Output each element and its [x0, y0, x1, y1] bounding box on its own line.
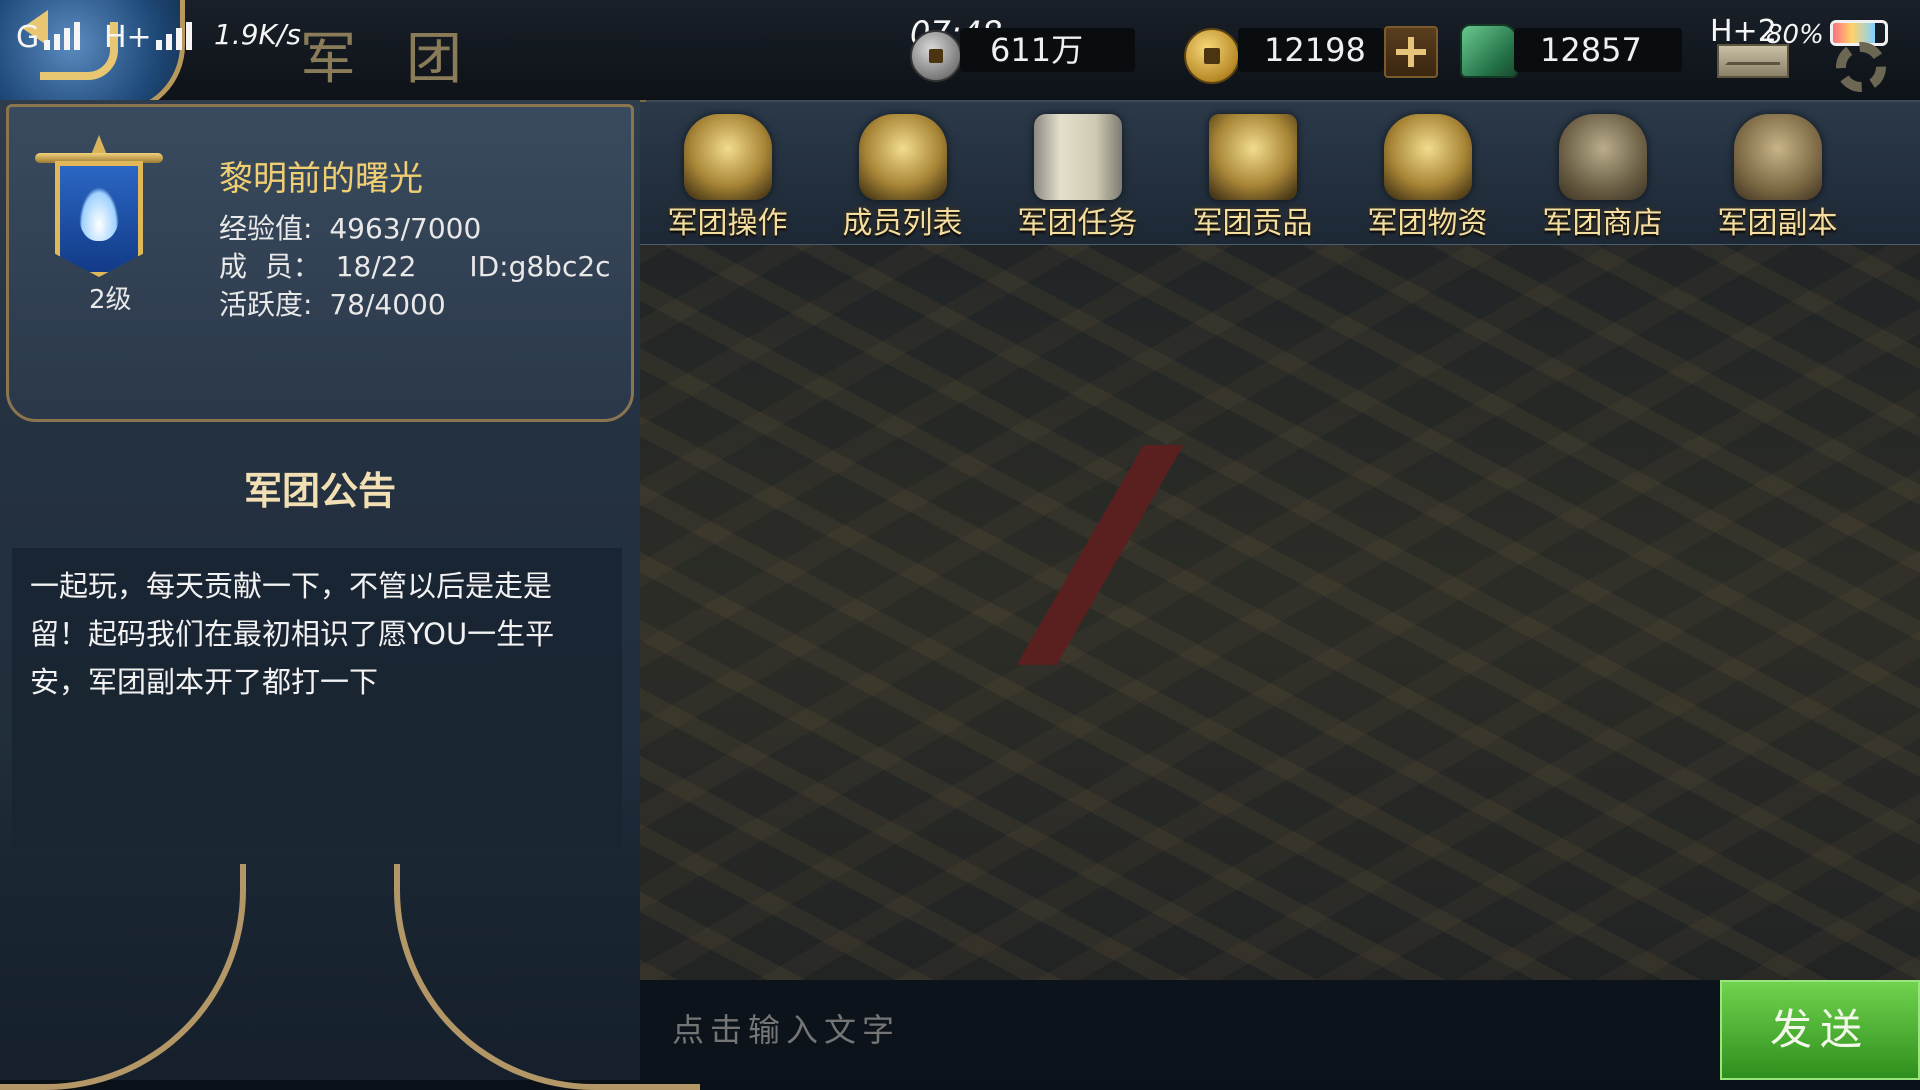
exp-value: 4963/7000 [329, 212, 482, 245]
legion-activity-row: 活跃度: 78/4000 [219, 283, 446, 323]
page-title: 军团 [300, 27, 512, 92]
back-button[interactable] [0, 0, 185, 115]
legion-info-box: 2级 黎明前的曙光 经验值: 4963/7000 成 员： 18/22 ID:g… [6, 104, 634, 422]
legion-exp-row: 经验值: 4963/7000 [219, 207, 481, 247]
tab-member-list[interactable]: 成员列表 [815, 102, 990, 244]
legion-tabs: 军团操作 成员列表 军团任务 军团贡品 军团物资 军团商店 军团副本 [640, 102, 1920, 247]
battery-percent: 80% [1766, 20, 1824, 50]
signal-1-label: G [16, 20, 40, 55]
gold-amount: 12198 [1238, 28, 1384, 72]
signal-bars-icon [44, 20, 80, 50]
panel-ornament [0, 750, 700, 1090]
legion-banner-icon [35, 135, 163, 283]
palace-gate-icon [1734, 114, 1822, 200]
activity-label: 活跃度: [219, 288, 313, 321]
top-bar: G H+ 1.9K/s 军团 07:48 611万 12198 12857 H+… [0, 0, 1920, 115]
tab-label: 军团操作 [667, 206, 788, 241]
map-road [1016, 445, 1184, 665]
legion-level: 2级 [89, 285, 132, 315]
supply-pavilion-icon [1384, 114, 1472, 200]
chat-input[interactable] [640, 980, 1720, 1080]
silver-amount: 611万 [960, 28, 1135, 72]
jade-amount: 12857 [1514, 28, 1682, 72]
silver-coin-icon [910, 30, 962, 82]
members-value: 18/22 [335, 250, 417, 283]
gear-icon[interactable] [1836, 42, 1886, 92]
shield-swords-icon [684, 114, 772, 200]
send-button[interactable]: 发送 [1720, 980, 1920, 1080]
scroll-icon [1034, 114, 1122, 200]
add-gold-button[interactable] [1384, 26, 1438, 78]
net-speed: 1.9K/s [214, 18, 301, 51]
tab-label: 军团贡品 [1192, 206, 1313, 241]
exp-label: 经验值: [219, 212, 313, 245]
tab-label: 成员列表 [842, 206, 963, 241]
tab-legion-dungeon[interactable]: 军团副本 [1690, 102, 1865, 244]
tab-label: 军团任务 [1017, 206, 1138, 241]
jade-value: 12857 [1540, 31, 1642, 69]
helmet-icon [859, 114, 947, 200]
tab-label: 军团商店 [1542, 206, 1663, 241]
tab-legion-operation[interactable]: 军团操作 [640, 102, 815, 244]
shop-building-icon [1559, 114, 1647, 200]
jade-seal-icon [1460, 24, 1518, 78]
treasure-chest-icon [1209, 114, 1297, 200]
signal-bars-2-icon [156, 20, 192, 50]
signal-2-label: H+ [104, 20, 152, 55]
tab-legion-supplies[interactable]: 军团物资 [1340, 102, 1515, 244]
tab-legion-tribute[interactable]: 军团贡品 [1165, 102, 1340, 244]
gold-coin-icon [1184, 28, 1240, 84]
activity-value: 78/4000 [329, 288, 446, 321]
tab-label: 军团物资 [1367, 206, 1488, 241]
silver-value: 611万 [990, 31, 1084, 69]
members-label: 成 员： [219, 250, 321, 283]
gold-value: 12198 [1264, 31, 1366, 69]
legion-name: 黎明前的曙光 [219, 159, 423, 199]
notice-title: 军团公告 [243, 469, 396, 513]
legion-id: ID:g8bc2c [469, 250, 611, 283]
legion-city-map [640, 245, 1920, 980]
chat-bar: 发送 [640, 980, 1920, 1080]
legion-info-panel: 2级 黎明前的曙光 经验值: 4963/7000 成 员： 18/22 ID:g… [0, 100, 700, 1090]
tab-legion-shop[interactable]: 军团商店 [1515, 102, 1690, 244]
tab-legion-tasks[interactable]: 军团任务 [990, 102, 1165, 244]
tab-label: 军团副本 [1717, 206, 1838, 241]
legion-members-row: 成 员： 18/22 ID:g8bc2c [219, 245, 611, 285]
